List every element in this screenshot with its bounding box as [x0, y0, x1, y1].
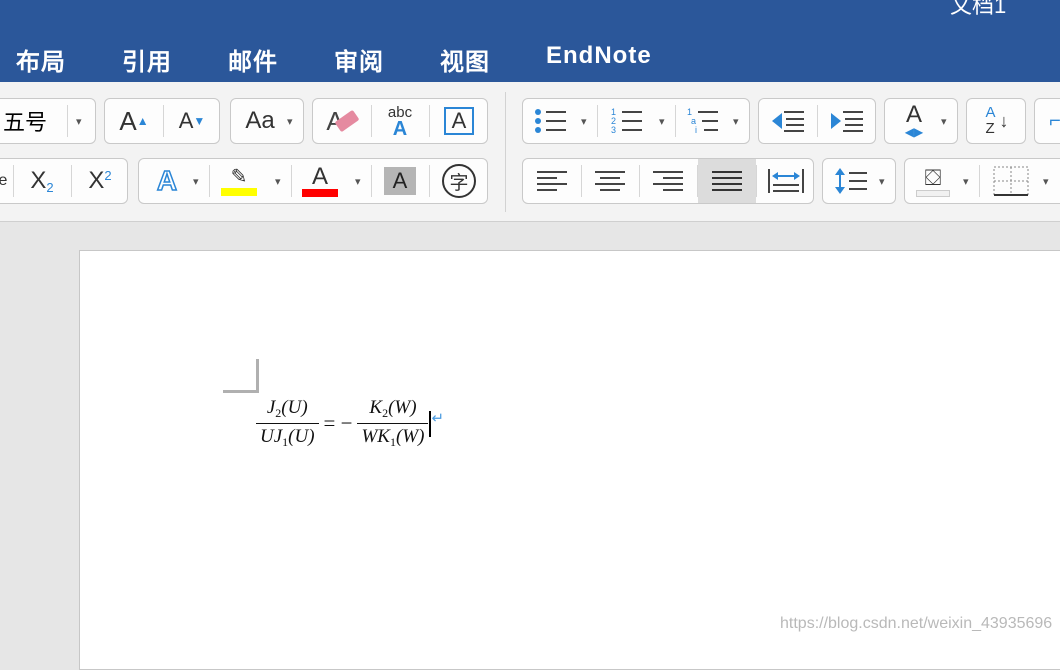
paragraph-shading-group: ⛋ ▾ ▾ [904, 158, 1060, 204]
rhs-denominator: WK1(W) [357, 423, 429, 450]
sort-icon: A Z ↓ [985, 104, 1009, 137]
paragraph-mark: ↵ [431, 409, 445, 427]
svg-text:3: 3 [611, 125, 616, 135]
watermark: https://blog.csdn.net/weixin_43935696 [780, 615, 1053, 632]
shading-color-bar [916, 189, 950, 197]
align-center-button[interactable] [581, 159, 639, 203]
tab-endnote[interactable]: EndNote [546, 42, 652, 70]
strikethrough-button[interactable]: e [0, 159, 13, 203]
sort-button[interactable]: A Z ↓ [966, 98, 1026, 144]
lhs-fraction: J2(U) UJ1(U) [256, 397, 319, 450]
margin-corner-marker [223, 359, 259, 393]
document-page[interactable]: J2(U) UJ1(U) = − K2(W) WK1(W) ↵ [79, 250, 1060, 670]
svg-text:i: i [695, 125, 697, 135]
font-color-dropdown[interactable]: ▾ [355, 175, 361, 188]
ribbon-divider [505, 92, 506, 212]
multilevel-list-button[interactable]: 1 a i [677, 99, 729, 143]
text-color-group: A ▾ ✎ ▾ A ▾ A 字 [138, 158, 488, 204]
subscript-button[interactable]: X 2 [13, 159, 71, 203]
format-group: A abc A A [312, 98, 488, 144]
numbering-dropdown[interactable]: ▾ [659, 115, 665, 128]
align-right-icon [653, 171, 683, 191]
font-color-bar [302, 189, 338, 197]
rhs-fraction: K2(W) WK1(W) [357, 397, 429, 450]
clear-formatting-button[interactable]: A [313, 99, 371, 143]
font-size-value[interactable]: 五号 [3, 99, 61, 143]
tab-review[interactable]: 审阅 [334, 42, 384, 77]
distributed-button[interactable] [757, 159, 815, 203]
align-left-icon [537, 171, 567, 191]
numbering-button[interactable]: 1 2 3 [599, 99, 655, 143]
arrow-up-icon: ▲ [136, 114, 149, 128]
highlighter-icon: ✎ [230, 166, 248, 188]
ribbon: 五号 ▾ A ▲ A ▼ Aa ▾ A abc A [0, 82, 1060, 222]
lhs-denominator: UJ1(U) [256, 423, 319, 450]
tab-mailings[interactable]: 邮件 [228, 42, 278, 77]
phonetic-guide-button[interactable]: abc A [371, 99, 429, 143]
decrease-indent-button[interactable] [759, 99, 817, 143]
justify-icon [712, 171, 742, 191]
character-shading-button[interactable]: A [371, 159, 429, 203]
asian-layout-icon: A ◀▶ [904, 101, 924, 139]
tab-view[interactable]: 视图 [440, 42, 490, 77]
show-marks-button[interactable]: ⌐ [1034, 98, 1060, 144]
alignment-group [522, 158, 814, 204]
borders-dropdown[interactable]: ▾ [1043, 175, 1049, 188]
change-case-button[interactable]: Aa ▾ [230, 98, 304, 144]
superscript-button[interactable]: X 2 [71, 159, 129, 203]
arrow-down-icon: ▼ [193, 114, 206, 128]
list-group: ▾ 1 2 3 ▾ 1 a i ▾ [522, 98, 750, 144]
enclosed-characters-button[interactable]: 字 [429, 159, 489, 203]
align-center-icon [595, 171, 625, 191]
decrease-indent-icon [772, 111, 804, 132]
bullets-button[interactable] [523, 99, 579, 143]
align-left-button[interactable] [523, 159, 581, 203]
font-size-dropdown[interactable]: ▾ [76, 115, 82, 128]
shading-button[interactable]: ⛋ [909, 159, 957, 203]
script-group: e X 2 X 2 [0, 158, 128, 204]
borders-icon [993, 166, 1029, 196]
line-spacing-button[interactable]: ▾ [822, 158, 896, 204]
equation-operator: = − [323, 411, 353, 435]
multilevel-dropdown[interactable]: ▾ [733, 115, 739, 128]
increase-indent-button[interactable] [817, 99, 877, 143]
borders-button[interactable] [981, 159, 1041, 203]
change-case-dropdown[interactable]: ▾ [287, 115, 293, 128]
highlight-dropdown[interactable]: ▾ [275, 175, 281, 188]
grow-font-button[interactable]: A ▲ [105, 99, 163, 143]
tab-layout[interactable]: 布局 [16, 42, 66, 77]
font-color-button[interactable]: A [293, 159, 347, 203]
asian-layout-dropdown[interactable]: ▾ [941, 115, 947, 128]
font-size-combo[interactable]: 五号 ▾ [0, 98, 96, 144]
shading-dropdown[interactable]: ▾ [963, 175, 969, 188]
change-case-icon: Aa [245, 107, 275, 134]
title-bar: 文档1 布局 引用 邮件 审阅 视图 EndNote [0, 0, 1060, 82]
highlight-color-bar [221, 188, 257, 196]
highlight-button[interactable]: ✎ [211, 159, 267, 203]
indent-group [758, 98, 876, 144]
shrink-font-button[interactable]: A ▼ [163, 99, 221, 143]
lhs-numerator: J2(U) [266, 397, 308, 420]
document-title: 文档1 [950, 0, 1007, 18]
character-border-button[interactable]: A [429, 99, 489, 143]
asian-layout-button[interactable]: A ◀▶ ▾ [884, 98, 958, 144]
font-size-buttons: A ▲ A ▼ [104, 98, 220, 144]
line-spacing-dropdown[interactable]: ▾ [879, 175, 885, 188]
rhs-numerator: K2(W) [369, 397, 417, 420]
line-spacing-icon [829, 159, 873, 203]
bulleted-list-icon [535, 109, 566, 133]
align-right-button[interactable] [639, 159, 697, 203]
text-effects-dropdown[interactable]: ▾ [193, 175, 199, 188]
multilevel-list-icon: 1 a i [687, 107, 718, 135]
equation[interactable]: J2(U) UJ1(U) = − K2(W) WK1(W) ↵ [256, 397, 444, 450]
increase-indent-icon [831, 111, 863, 132]
paint-bucket-icon: ⛋ [924, 164, 942, 190]
distributed-icon [768, 169, 804, 193]
text-effects-button[interactable]: A [145, 159, 189, 203]
tab-references[interactable]: 引用 [122, 42, 172, 77]
bullets-dropdown[interactable]: ▾ [581, 115, 587, 128]
numbered-list-icon: 1 2 3 [611, 107, 642, 135]
justify-button[interactable] [698, 159, 756, 203]
